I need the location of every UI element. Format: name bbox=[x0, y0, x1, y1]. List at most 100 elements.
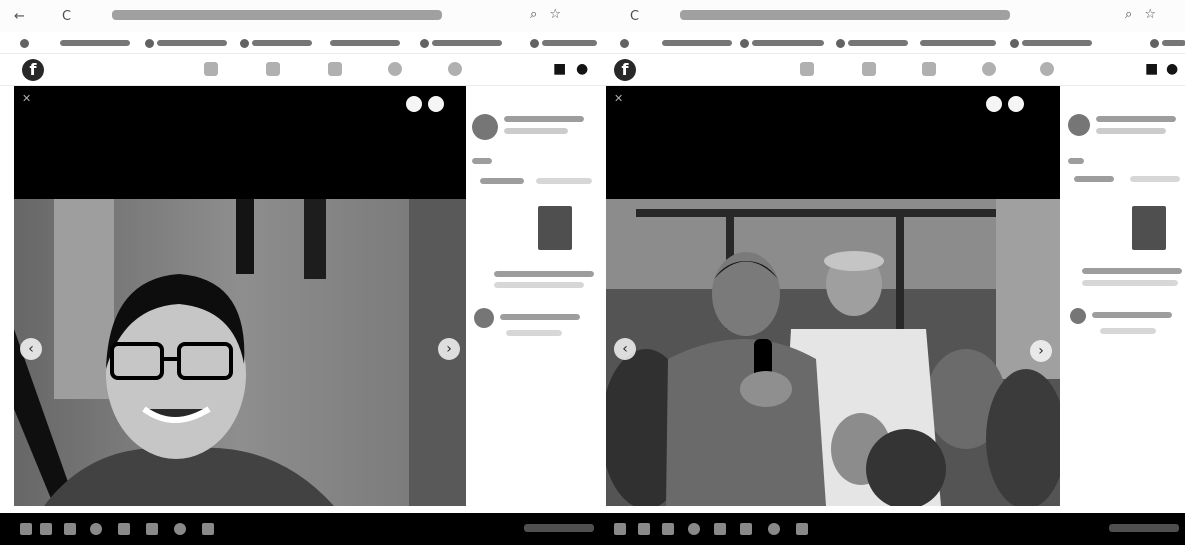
notifications-icon[interactable]: ● bbox=[576, 61, 588, 77]
facebook-logo-icon[interactable]: f bbox=[614, 59, 636, 81]
messenger-icon[interactable]: ■ bbox=[1145, 61, 1158, 77]
marketplace-icon[interactable] bbox=[328, 62, 342, 76]
post-timestamp bbox=[504, 128, 568, 134]
search-icon[interactable] bbox=[40, 523, 52, 535]
photo-woman-smiling bbox=[14, 199, 466, 506]
address-bar: C ⌕ ☆ bbox=[600, 0, 1185, 32]
chevron-left-icon[interactable]: ‹ bbox=[614, 338, 636, 360]
document-icon[interactable] bbox=[538, 206, 572, 250]
browser-icon[interactable] bbox=[90, 523, 102, 535]
post-link[interactable] bbox=[1130, 176, 1180, 182]
bookmark-item[interactable] bbox=[240, 37, 312, 49]
bookmark-item[interactable] bbox=[530, 37, 597, 49]
facebook-top-nav: f ■ ● bbox=[0, 54, 600, 86]
document-icon[interactable] bbox=[1132, 206, 1166, 250]
avatar[interactable] bbox=[472, 114, 498, 140]
avatar[interactable] bbox=[474, 308, 494, 328]
url-field[interactable] bbox=[680, 10, 1010, 20]
bookmark-item[interactable] bbox=[740, 37, 824, 49]
bookmark-item[interactable] bbox=[60, 37, 130, 49]
groups-icon[interactable] bbox=[388, 62, 402, 76]
post-photo bbox=[14, 199, 466, 506]
bookmark-item[interactable] bbox=[1010, 37, 1092, 49]
system-tray[interactable] bbox=[524, 524, 594, 532]
facebook-logo-icon[interactable]: f bbox=[22, 59, 44, 81]
close-icon[interactable]: ✕ bbox=[614, 92, 623, 105]
start-icon[interactable] bbox=[20, 523, 32, 535]
bookmarks-bar bbox=[600, 32, 1185, 54]
app-icon[interactable] bbox=[174, 523, 186, 535]
marketplace-icon[interactable] bbox=[922, 62, 936, 76]
tag-icon[interactable] bbox=[428, 96, 444, 112]
bookmark-item[interactable] bbox=[662, 37, 732, 49]
files-icon[interactable] bbox=[146, 523, 158, 535]
post-link[interactable] bbox=[536, 178, 592, 184]
photo-man-with-microphone bbox=[606, 199, 1060, 506]
gaming-icon[interactable] bbox=[1040, 62, 1054, 76]
search-icon[interactable]: ⌕ ☆ bbox=[1125, 7, 1160, 22]
viewer-controls bbox=[986, 96, 1024, 112]
app-icon[interactable] bbox=[796, 523, 808, 535]
comment-actions[interactable] bbox=[1100, 328, 1156, 334]
attachment-title[interactable] bbox=[1082, 268, 1182, 274]
app-icon[interactable] bbox=[768, 523, 780, 535]
bookmark-item[interactable] bbox=[20, 37, 29, 49]
zoom-icon[interactable] bbox=[986, 96, 1002, 112]
chevron-right-icon[interactable]: › bbox=[1030, 340, 1052, 362]
post-link[interactable] bbox=[480, 178, 524, 184]
taskview-icon[interactable] bbox=[662, 523, 674, 535]
reload-icon[interactable]: C bbox=[630, 9, 639, 24]
browser-window-left: ← C ⌕ ☆ f ■ ● ✕ ‹ › bbox=[0, 0, 600, 545]
taskview-icon[interactable] bbox=[64, 523, 76, 535]
photo-viewer: ✕ ‹ › bbox=[606, 86, 1060, 506]
mail-icon[interactable] bbox=[118, 523, 130, 535]
back-arrow-icon[interactable]: ← bbox=[14, 9, 25, 24]
chevron-right-icon[interactable]: › bbox=[438, 338, 460, 360]
bookmark-item[interactable] bbox=[330, 37, 400, 49]
tag-icon[interactable] bbox=[1008, 96, 1024, 112]
bookmark-item[interactable] bbox=[1150, 37, 1185, 49]
system-tray[interactable] bbox=[1109, 524, 1179, 532]
app-icon[interactable] bbox=[202, 523, 214, 535]
post-author[interactable] bbox=[1096, 116, 1176, 122]
reload-icon[interactable]: C bbox=[62, 9, 71, 24]
url-field[interactable] bbox=[112, 10, 442, 20]
bookmarks-bar bbox=[0, 32, 600, 54]
video-icon[interactable] bbox=[266, 62, 280, 76]
home-icon[interactable] bbox=[204, 62, 218, 76]
mail-icon[interactable] bbox=[714, 523, 726, 535]
post-timestamp bbox=[1096, 128, 1166, 134]
avatar[interactable] bbox=[1070, 308, 1086, 324]
notifications-icon[interactable]: ● bbox=[1166, 61, 1178, 77]
search-icon[interactable]: ⌕ ☆ bbox=[530, 7, 565, 22]
bookmark-item[interactable] bbox=[920, 37, 996, 49]
chevron-left-icon[interactable]: ‹ bbox=[20, 338, 42, 360]
search-icon[interactable] bbox=[638, 523, 650, 535]
bookmark-item[interactable] bbox=[620, 37, 629, 49]
bookmark-item[interactable] bbox=[420, 37, 502, 49]
messenger-icon[interactable]: ■ bbox=[553, 61, 566, 77]
attachment-subtitle bbox=[1082, 280, 1178, 286]
gaming-icon[interactable] bbox=[448, 62, 462, 76]
post-link[interactable] bbox=[1074, 176, 1114, 182]
browser-window-right: C ⌕ ☆ f ■ ● ✕ ‹ › bbox=[600, 0, 1185, 545]
post-author[interactable] bbox=[504, 116, 584, 122]
start-icon[interactable] bbox=[614, 523, 626, 535]
bookmark-item[interactable] bbox=[836, 37, 908, 49]
groups-icon[interactable] bbox=[982, 62, 996, 76]
home-icon[interactable] bbox=[800, 62, 814, 76]
browser-icon[interactable] bbox=[688, 523, 700, 535]
facebook-top-nav: f ■ ● bbox=[600, 54, 1185, 86]
comment-text bbox=[500, 314, 580, 320]
files-icon[interactable] bbox=[740, 523, 752, 535]
bookmark-item[interactable] bbox=[145, 37, 227, 49]
post-text bbox=[1068, 158, 1084, 164]
avatar[interactable] bbox=[1068, 114, 1090, 136]
comment-text bbox=[1092, 312, 1172, 318]
zoom-icon[interactable] bbox=[406, 96, 422, 112]
video-icon[interactable] bbox=[862, 62, 876, 76]
post-sidebar bbox=[466, 86, 600, 513]
close-icon[interactable]: ✕ bbox=[22, 92, 31, 105]
attachment-title[interactable] bbox=[494, 271, 594, 277]
comment-actions[interactable] bbox=[506, 330, 562, 336]
